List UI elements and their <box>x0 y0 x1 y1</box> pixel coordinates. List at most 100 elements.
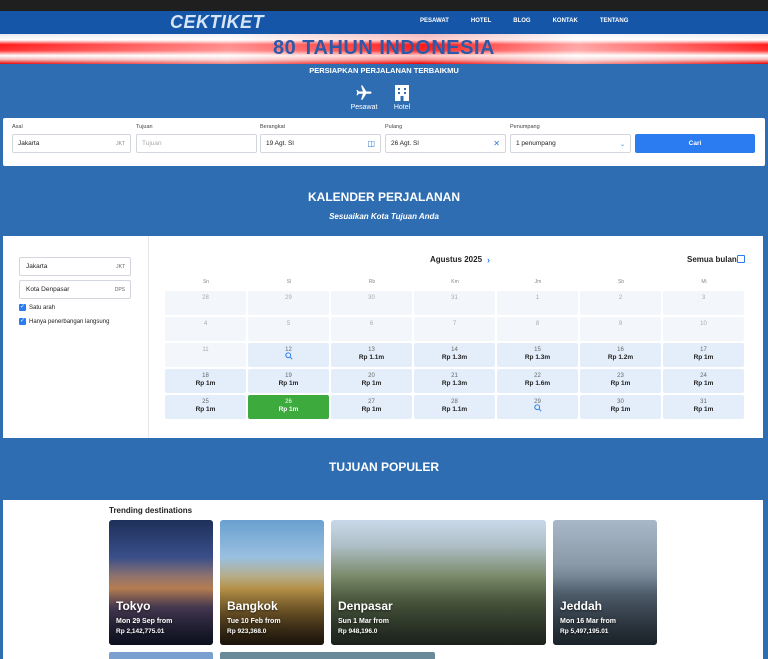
calendar-day[interactable]: 19 Rp 1m <box>248 369 329 393</box>
calendar-day[interactable]: 31 Rp 1m <box>663 395 744 419</box>
penumpang-select[interactable]: 1 penumpang ⌄ <box>510 134 631 153</box>
destination-card-next[interactable] <box>220 652 435 659</box>
day-number: 8 <box>535 321 540 327</box>
destination-card-jeddah[interactable]: Jeddah Mon 16 Mar from Rp 5,497,195.01 <box>553 520 657 645</box>
calendar-from-input[interactable]: Jakarta JKT <box>19 257 131 276</box>
tujuan-input[interactable]: Tujuan <box>136 134 257 153</box>
calendar-day[interactable]: 15 Rp 1.3m <box>497 343 578 367</box>
asal-input[interactable]: Jakarta JKT <box>12 134 131 153</box>
calendar-day[interactable]: 13 Rp 1.1m <box>331 343 412 367</box>
calendar-day[interactable]: 17 Rp 1m <box>663 343 744 367</box>
card-date: Tue 10 Feb from <box>227 618 281 625</box>
day-number: 18 <box>202 373 209 379</box>
calendar-day: 29 <box>248 291 329 315</box>
site-logo[interactable]: CEKTIKET <box>170 12 264 33</box>
day-price: Rp 1m <box>693 354 714 361</box>
destination-card-next[interactable] <box>109 652 213 659</box>
calendar-day[interactable]: 18 Rp 1m <box>165 369 246 393</box>
nav-link-tentang[interactable]: TENTANG <box>600 18 629 24</box>
day-price: Rp 1.3m <box>524 354 551 361</box>
day-number: 30 <box>617 399 624 405</box>
destination-card-denpasar[interactable]: Denpasar Sun 1 Mar from Rp 948,196.0 <box>331 520 546 645</box>
hero-subtitle: PERSIAPKAN PERJALANAN TERBAIKMU <box>309 66 459 75</box>
calendar-filters: Jakarta JKT Kota Denpasar DPS ✓ Satu ara… <box>3 236 149 438</box>
calendar-day[interactable]: 29 <box>497 395 578 419</box>
day-number: 15 <box>534 347 541 353</box>
card-date: Mon 16 Mar from <box>560 618 617 625</box>
weekday-header: Km <box>451 279 459 285</box>
day-number: 23 <box>617 373 624 379</box>
day-price: Rp 1m <box>361 406 382 413</box>
flight-search-form: Asal Jakarta JKT Tujuan Tujuan Berangkat… <box>3 118 765 166</box>
asal-label: Asal <box>12 124 23 130</box>
nav-link-hotel[interactable]: HOTEL <box>471 18 491 24</box>
calendar-day[interactable]: 14 Rp 1.3m <box>414 343 495 367</box>
one-way-checkbox[interactable]: ✓ Satu arah <box>19 304 55 311</box>
calendar-day[interactable]: 23 Rp 1m <box>580 369 661 393</box>
search-icon[interactable] <box>497 404 578 414</box>
chevron-down-icon: ⌄ <box>619 142 625 148</box>
clear-icon[interactable]: ✕ <box>493 139 500 148</box>
card-city: Bangkok <box>227 599 278 613</box>
day-number: 14 <box>451 347 458 353</box>
calendar-day[interactable]: 20 Rp 1m <box>331 369 412 393</box>
day-number: 13 <box>368 347 375 353</box>
day-number: 31 <box>451 295 458 301</box>
airplane-icon <box>344 84 384 102</box>
day-price: Rp 1.2m <box>607 354 634 361</box>
calendar-day[interactable]: 24 Rp 1m <box>663 369 744 393</box>
calendar-day[interactable]: 28 Rp 1.1m <box>414 395 495 419</box>
day-number: 5 <box>286 321 291 327</box>
day-number: 27 <box>368 399 375 405</box>
day-price: Rp 1m <box>693 380 714 387</box>
day-number: 22 <box>534 373 541 379</box>
search-button[interactable]: Cari <box>635 134 755 153</box>
calendar-day[interactable]: 12 <box>248 343 329 367</box>
nav-link-pesawat[interactable]: PESAWAT <box>420 18 449 24</box>
nav-link-kontak[interactable]: KONTAK <box>553 18 578 24</box>
day-price: Rp 1m <box>610 406 631 413</box>
travel-calendar: Jakarta JKT Kota Denpasar DPS ✓ Satu ara… <box>3 236 763 438</box>
chevron-right-icon[interactable]: › <box>487 255 490 265</box>
day-number: 17 <box>700 347 707 353</box>
berangkat-input[interactable]: 19 Agt. Sl ◫ <box>260 134 381 153</box>
calendar-icon[interactable]: ◫ <box>367 139 375 148</box>
weekday-header: Sl <box>286 279 292 285</box>
browser-strip <box>0 0 768 11</box>
calendar-to-input[interactable]: Kota Denpasar DPS <box>19 280 131 299</box>
mode-hotel-label: Hotel <box>393 104 411 111</box>
day-number: 28 <box>451 399 458 405</box>
calendar-day[interactable]: 25 Rp 1m <box>165 395 246 419</box>
card-date: Sun 1 Mar from <box>338 618 389 625</box>
day-price: Rp 1m <box>361 380 382 387</box>
calendar-day[interactable]: 30 Rp 1m <box>580 395 661 419</box>
day-number: 10 <box>700 321 707 327</box>
calendar-day[interactable]: 16 Rp 1.2m <box>580 343 661 367</box>
calendar-day[interactable]: 21 Rp 1.3m <box>414 369 495 393</box>
card-price: Rp 923,368.0 <box>227 628 267 635</box>
search-icon[interactable] <box>248 352 329 362</box>
calendar-day: 30 <box>331 291 412 315</box>
popular-destinations: Trending destinations Tokyo Mon 29 Sep f… <box>3 500 763 659</box>
mode-hotel[interactable]: Hotel <box>382 84 422 111</box>
destination-card-bangkok[interactable]: Bangkok Tue 10 Feb from Rp 923,368.0 <box>220 520 324 645</box>
pulang-input[interactable]: 26 Agt. Sl ✕ <box>385 134 506 153</box>
calendar-section-subtitle: Sesuaikan Kota Tujuan Anda <box>329 212 439 221</box>
top-nav: CEKTIKET PESAWAT HOTEL BLOG KONTAK TENTA… <box>0 11 768 34</box>
mode-pesawat[interactable]: Pesawat <box>344 84 384 111</box>
pulang-label: Pulang <box>385 124 403 130</box>
day-number: 29 <box>285 295 292 301</box>
day-price: Rp 1.3m <box>441 354 468 361</box>
calendar-day[interactable]: 27 Rp 1m <box>331 395 412 419</box>
calendar-day[interactable]: 22 Rp 1.6m <box>497 369 578 393</box>
day-price: Rp 1.3m <box>441 380 468 387</box>
destination-card-tokyo[interactable]: Tokyo Mon 29 Sep from Rp 2,142,775.01 <box>109 520 213 645</box>
all-months-button[interactable]: Semua bulan <box>687 255 737 264</box>
direct-only-checkbox[interactable]: ✓ Hanya penerbangan langsung <box>19 318 109 325</box>
day-number: 21 <box>451 373 458 379</box>
calendar-icon[interactable] <box>737 255 745 263</box>
nav-link-blog[interactable]: BLOG <box>513 18 530 24</box>
calendar-day-selected[interactable]: 26 Rp 1m <box>248 395 329 419</box>
card-city: Jeddah <box>560 599 603 613</box>
calendar-day: 8 <box>497 317 578 341</box>
